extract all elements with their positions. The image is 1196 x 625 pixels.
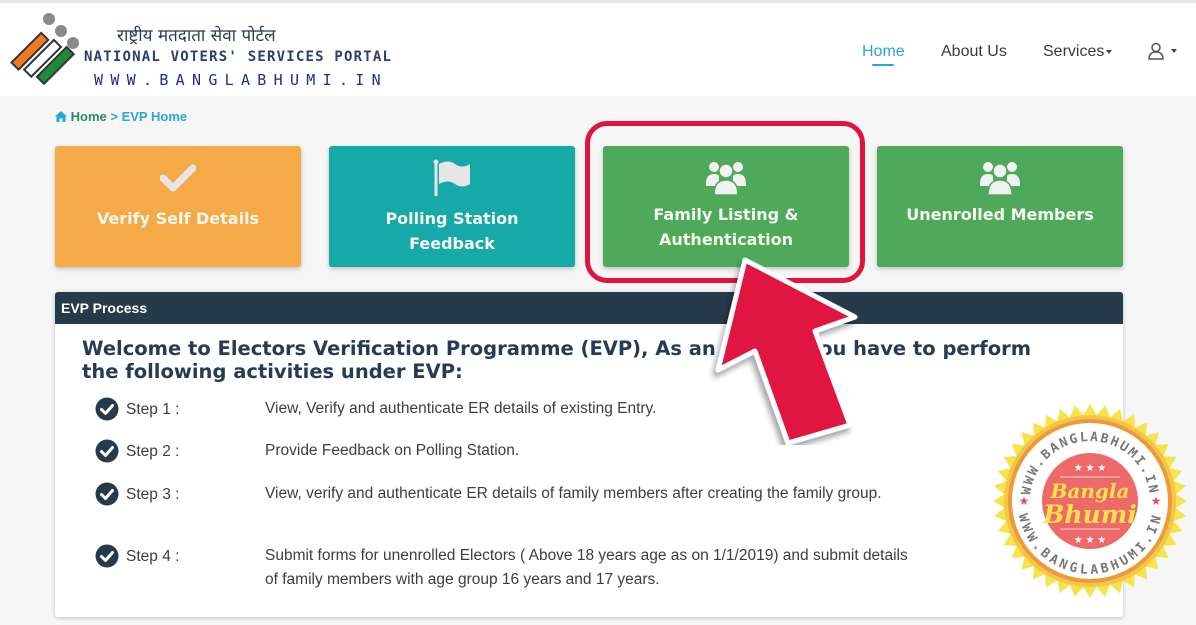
- users-icon: [980, 162, 1020, 196]
- step-label: Step 2 :: [126, 443, 180, 460]
- users-icon: [706, 162, 746, 196]
- nav-home-label: Home: [862, 43, 905, 60]
- check-circle-icon: [95, 439, 119, 463]
- home-icon: [55, 111, 67, 122]
- tile-label: Verify Self Details: [96, 209, 260, 228]
- active-indicator: [872, 64, 894, 66]
- tile-verify-self-details[interactable]: Verify Self Details: [55, 146, 301, 267]
- breadcrumb-home[interactable]: Home: [55, 109, 110, 124]
- user-icon: [1148, 42, 1164, 60]
- panel-header: EVP Process: [55, 292, 1123, 324]
- welcome-heading: Welcome to Electors Verification Program…: [82, 337, 1032, 383]
- user-menu[interactable]: [1147, 42, 1177, 60]
- step-label: Step 1 :: [126, 401, 180, 418]
- main-nav: Home About Us Services: [0, 42, 1196, 73]
- breadcrumb-home-label: Home: [70, 109, 107, 124]
- check-circle-icon: [95, 482, 119, 506]
- checkmark-icon: [160, 164, 196, 192]
- top-header: राष्ट्रीय मतदाता सेवा पोर्टल NATIONAL VO…: [0, 0, 1196, 96]
- nav-home[interactable]: Home: [862, 43, 905, 66]
- breadcrumb-separator: >: [110, 109, 118, 124]
- breadcrumb: Home > EVP Home: [55, 109, 187, 124]
- tile-label: Polling Station Feedback: [385, 209, 519, 253]
- flag-icon: [433, 159, 470, 196]
- tile-family-listing-authentication[interactable]: Family Listing & Authentication: [603, 146, 849, 267]
- tile-polling-station-feedback[interactable]: Polling Station Feedback: [329, 146, 575, 267]
- tile-unenrolled-members[interactable]: Unenrolled Members: [877, 146, 1123, 267]
- nav-about-us[interactable]: About Us: [941, 43, 1007, 61]
- step-label: Step 4 :: [126, 548, 180, 565]
- step-text: View, verify and authenticate ER details…: [265, 485, 882, 502]
- evp-process-panel: EVP Process Welcome to Electors Verifica…: [55, 292, 1123, 617]
- check-circle-icon: [95, 397, 119, 421]
- step-text: View, Verify and authenticate ER details…: [265, 400, 657, 417]
- svg-text:★: ★: [1151, 494, 1162, 508]
- watermark-url: WWW.BANGLABHUMI.IN: [94, 71, 388, 89]
- chevron-down-icon: [1171, 49, 1177, 53]
- check-circle-icon: [95, 544, 119, 568]
- tile-label: Unenrolled Members: [906, 205, 1094, 224]
- tile-label: Family Listing & Authentication: [653, 205, 799, 249]
- nav-services-label: Services: [1043, 43, 1105, 60]
- chevron-down-icon: [1106, 49, 1113, 54]
- step-text: Provide Feedback on Polling Station.: [265, 442, 520, 459]
- nav-services[interactable]: Services: [1043, 43, 1113, 61]
- step-label: Step 3 :: [126, 486, 180, 503]
- nav-about-label: About Us: [941, 43, 1007, 60]
- breadcrumb-current: EVP Home: [121, 109, 188, 124]
- step-text: Submit forms for unenrolled Electors ( A…: [265, 547, 908, 588]
